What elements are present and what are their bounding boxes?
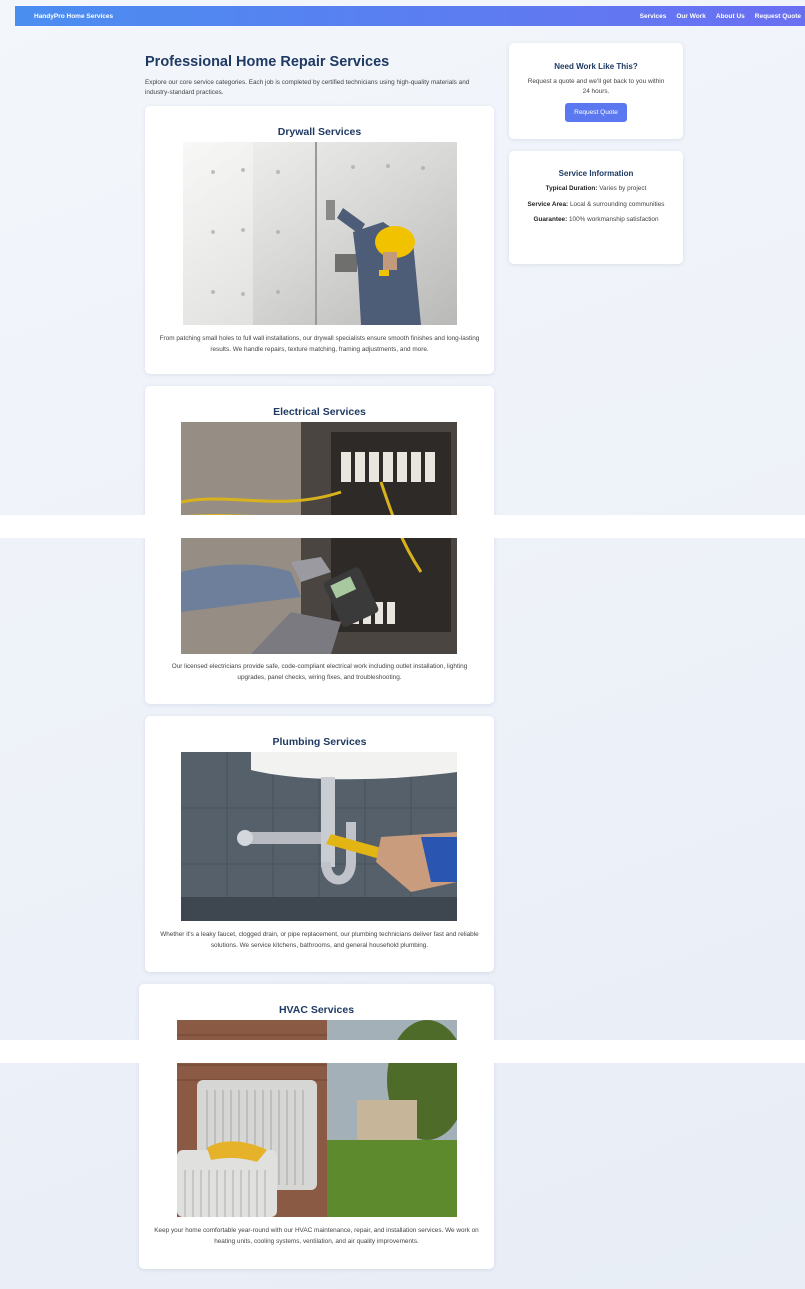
nav-links: Services Our Work About Us Request Quote [640, 13, 801, 20]
service-title: HVAC Services [278, 1004, 355, 1016]
service-title: Drywall Services [277, 126, 362, 138]
info-duration: Typical Duration: Varies by project [509, 184, 683, 194]
capture-gap [0, 1040, 805, 1063]
service-description: Keep your home comfortable year-round wi… [154, 1227, 479, 1245]
service-title: Electrical Services [273, 406, 366, 418]
service-card-hvac: HVAC Services Keep your home comfortable… [139, 984, 494, 1269]
service-description: From patching small holes to full wall i… [159, 335, 480, 353]
nav-link-about-us[interactable]: About Us [716, 13, 745, 20]
service-info-box: Service Information Typical Duration: Va… [509, 151, 683, 264]
service-card-plumbing: Plumbing Services Whether it's a leaky f… [145, 716, 494, 972]
service-description: Our licensed electricians provide safe, … [171, 663, 468, 681]
page-title: Professional Home Repair Services [145, 54, 390, 70]
quote-box-text: Request a quote and we'll get back to yo… [527, 78, 665, 95]
nav-link-services[interactable]: Services [640, 13, 667, 20]
service-description: Whether it's a leaky faucet, clogged dra… [160, 931, 479, 949]
service-card-drywall: Drywall Services From patching small hol… [145, 106, 494, 374]
service-info-title: Service Information [558, 169, 634, 178]
request-quote-button[interactable]: Request Quote [565, 103, 627, 122]
duration-value: Varies by project [599, 185, 647, 192]
brand-logo[interactable]: HandyPro Home Services [34, 13, 113, 20]
quote-box: Need Work Like This? Request a quote and… [509, 43, 683, 139]
nav-link-request-quote[interactable]: Request Quote [755, 13, 801, 20]
info-area: Service Area: Local & surrounding commun… [527, 200, 665, 210]
nav-link-our-work[interactable]: Our Work [676, 13, 706, 20]
service-title: Plumbing Services [272, 736, 367, 748]
guarantee-value: 100% workmanship satisfaction [569, 216, 659, 223]
service-card-electrical: Electrical Services Our licensed electri… [145, 386, 494, 704]
info-guarantee: Guarantee: 100% workmanship satisfaction [509, 215, 683, 225]
top-navbar: HandyPro Home Services Services Our Work… [15, 6, 805, 26]
guarantee-label: Guarantee: [533, 216, 568, 223]
intro-section: Professional Home Repair Services Explor… [145, 54, 490, 97]
quote-box-title: Need Work Like This? [554, 62, 638, 71]
duration-label: Typical Duration: [545, 185, 598, 192]
area-value: Local & surrounding communities [569, 200, 665, 208]
electrical-photo [181, 422, 457, 654]
plumbing-photo [181, 752, 457, 921]
capture-gap [0, 515, 805, 538]
drywall-photo [183, 142, 457, 325]
intro-text: Explore our core service categories. Eac… [145, 79, 470, 96]
area-label: Service Area: [527, 200, 569, 208]
